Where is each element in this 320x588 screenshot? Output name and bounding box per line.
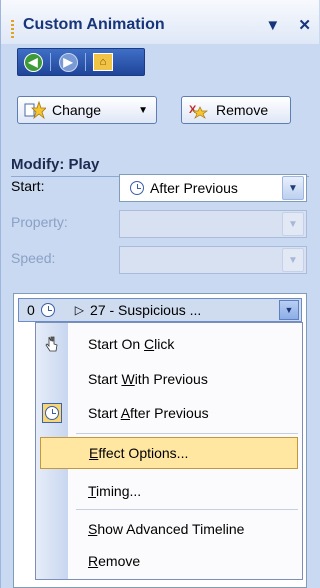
effect-list-item[interactable]: 0 ▷ 27 - Suspicious ... ▼ (18, 298, 302, 322)
menu-item-label: Start After Previous (88, 405, 209, 421)
menu-item-label: Timing... (88, 483, 142, 499)
start-dropdown-arrow[interactable]: ▼ (282, 176, 304, 200)
drag-grip[interactable] (11, 20, 14, 38)
menu-item-effect-options[interactable]: Effect Options... (40, 437, 298, 469)
home-icon: ⌂ (93, 53, 113, 71)
pane-title: Custom Animation (23, 16, 165, 33)
change-label: Change (52, 102, 102, 118)
check-state (42, 403, 62, 423)
effect-star-icon (24, 101, 46, 119)
remove-effect-icon: X (188, 101, 210, 119)
mouse-click-icon (42, 334, 62, 354)
speed-dropdown-arrow: ▼ (282, 248, 304, 272)
clock-icon (130, 181, 144, 195)
menu-item-label: Show Advanced Timeline (88, 521, 245, 537)
menu-item-label: Start On Click (88, 336, 175, 352)
menu-item-show-advanced-timeline[interactable]: Show Advanced Timeline (36, 513, 302, 545)
nav-separator (85, 53, 86, 71)
property-combo: ▼ (119, 210, 307, 238)
speed-combo: ▼ (119, 246, 307, 274)
clock-icon (40, 303, 55, 317)
menu-item-timing[interactable]: Timing... (36, 475, 302, 507)
back-arrow-icon: ◀ (23, 52, 43, 72)
back-button[interactable]: ◀ (22, 51, 44, 73)
property-dropdown-arrow: ▼ (282, 212, 304, 236)
menu-item-start-after-previous[interactable]: Start After Previous (36, 397, 302, 429)
forward-arrow-icon: ▶ (58, 52, 78, 72)
property-label: Property: (11, 214, 68, 230)
svg-text:X: X (189, 104, 197, 116)
pane-title-bar: Custom Animation ▼ ✕ (1, 0, 319, 44)
speed-label: Speed: (11, 250, 56, 266)
forward-button[interactable]: ▶ (57, 51, 79, 73)
start-value-text: After Previous (150, 180, 238, 196)
clock-icon (45, 406, 59, 420)
remove-label: Remove (216, 102, 269, 118)
chevron-down-icon: ▼ (138, 104, 148, 116)
navigation-bar: ◀ ▶ ⌂ (17, 48, 145, 76)
custom-animation-pane: Custom Animation ▼ ✕ ◀ ▶ ⌂ Change ▼ X Re… (0, 0, 319, 588)
menu-item-start-on-click[interactable]: Start On Click (36, 328, 302, 360)
menu-item-label: Effect Options... (89, 445, 189, 461)
start-value: After Previous (130, 180, 238, 196)
effect-dropdown-arrow[interactable]: ▼ (279, 300, 299, 320)
menu-item-label: Start With Previous (88, 371, 208, 387)
effect-name: 27 - Suspicious ... (90, 302, 202, 318)
checked-clock-icon (42, 403, 62, 423)
menu-separator (76, 433, 298, 434)
remove-button[interactable]: X Remove (181, 96, 291, 124)
menu-item-label: Remove (88, 553, 141, 569)
menu-item-start-with-previous[interactable]: Start With Previous (36, 363, 302, 395)
effect-context-menu: Start On Click Start With Previous Start… (35, 322, 303, 580)
play-media-icon: ▷ (74, 303, 85, 317)
change-button[interactable]: Change ▼ (17, 96, 157, 124)
close-icon[interactable]: ✕ (298, 17, 311, 34)
menu-item-remove[interactable]: Remove (36, 545, 302, 577)
effect-order-number: 0 (27, 302, 35, 318)
nav-separator (50, 53, 51, 71)
start-combo[interactable]: After Previous ▼ (119, 174, 307, 202)
menu-separator (76, 509, 298, 510)
start-label: Start: (11, 178, 45, 194)
home-button[interactable]: ⌂ (92, 51, 114, 73)
modify-heading: Modify: Play (11, 156, 100, 173)
title-buttons: ▼ ✕ (251, 16, 311, 34)
pane-menu-icon[interactable]: ▼ (265, 17, 280, 34)
